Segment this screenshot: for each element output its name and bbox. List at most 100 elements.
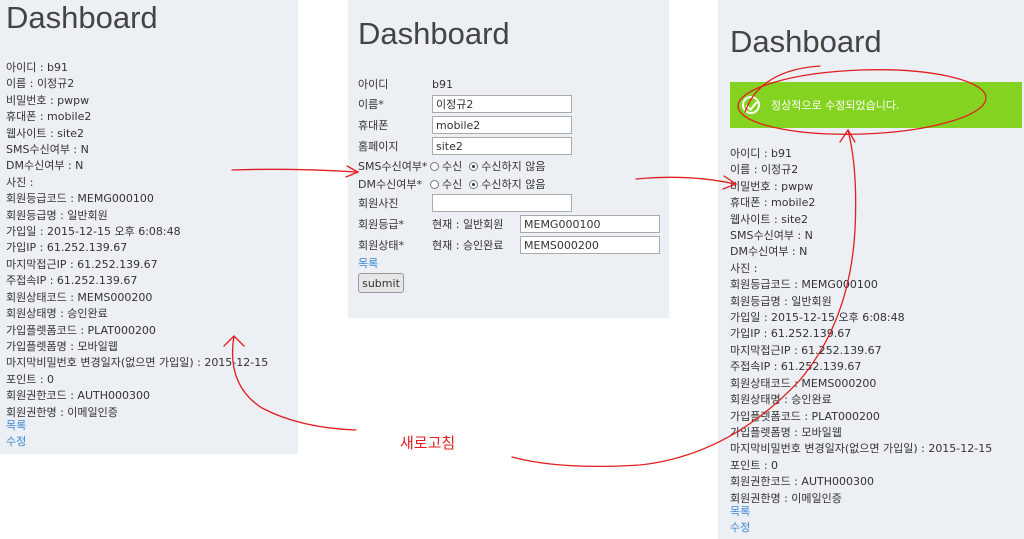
dm-row: DM수신여부* 수신 수신하지 않음 xyxy=(358,174,552,194)
profile-field: 회원권한명 : 이메일인증 xyxy=(6,405,118,419)
profile-field: 회원권한명 : 이메일인증 xyxy=(730,491,842,505)
mobile-row: 휴대폰 xyxy=(358,115,572,135)
profile-field: 비밀번호 : pwpw xyxy=(730,179,814,193)
homepage-input[interactable] xyxy=(432,137,572,155)
profile-field: 아이디 : b91 xyxy=(730,147,793,160)
sms-radio-yes[interactable]: 수신 xyxy=(430,158,462,174)
profile-field: 마지막접근IP : 61.252.139.67 xyxy=(730,343,882,357)
homepage-label: 홈페이지 xyxy=(358,140,399,153)
list-link[interactable]: 목록 xyxy=(358,256,378,272)
profile-field: 휴대폰 : mobile2 xyxy=(730,196,816,210)
profile-field-list: 아이디 : b91 이름 : 이정규2 비밀번호 : pwpw 휴대폰 : mobil… xyxy=(730,146,992,507)
profile-field: 웹사이트 : site2 xyxy=(6,126,85,140)
profile-field: 회원상태코드 : MEMS000200 xyxy=(6,290,153,304)
id-value: b91 xyxy=(432,77,453,91)
photo-label: 회원사진 xyxy=(358,197,399,210)
profile-field: 마지막비밀번호 변경일자(없으면 가입일) : 2015-12-15 xyxy=(6,356,269,370)
profile-field: 회원등급명 : 일반회원 xyxy=(730,294,832,308)
radio-checked-icon xyxy=(469,179,479,189)
profile-field: 회원상태명 : 승인완료 xyxy=(730,393,832,407)
profile-field: 웹사이트 : site2 xyxy=(730,212,809,226)
sms-row: SMS수신여부* 수신 수신하지 않음 xyxy=(358,156,552,176)
profile-field: SMS수신여부 : N xyxy=(730,229,813,243)
profile-field: 가입일 : 2015-12-15 오후 6:08:48 xyxy=(6,225,181,239)
profile-field: 가입플렛폼코드 : PLAT000200 xyxy=(730,409,880,423)
photo-row: 회원사진 xyxy=(358,193,572,213)
submit-button[interactable]: submit xyxy=(358,273,404,293)
profile-field: 마지막접근IP : 61.252.139.67 xyxy=(6,257,158,271)
profile-field: 회원등급명 : 일반회원 xyxy=(6,208,108,222)
radio-label: 수신하지 않음 xyxy=(481,160,546,173)
profile-field: SMS수신여부 : N xyxy=(6,143,89,157)
dm-radio-no[interactable]: 수신하지 않음 xyxy=(469,176,545,192)
profile-field: 회원등급코드 : MEMG000100 xyxy=(6,192,154,206)
profile-field: 주접속IP : 61.252.139.67 xyxy=(6,274,138,288)
profile-field: 회원권한코드 : AUTH000300 xyxy=(730,475,874,489)
dm-label: DM수신여부* xyxy=(358,178,422,191)
page-title: Dashboard xyxy=(358,16,510,51)
id-row: 아이디 b91 xyxy=(358,74,453,94)
profile-field: 가입플렛폼코드 : PLAT000200 xyxy=(6,323,156,337)
profile-field: 회원등급코드 : MEMG000100 xyxy=(730,278,878,292)
grade-row: 회원등급* 현재 : 일반회원 xyxy=(358,214,660,234)
profile-field-list: 아이디 : b91 이름 : 이정규2 비밀번호 : pwpw 휴대폰 : mobil… xyxy=(6,60,268,421)
profile-field: 사진 : xyxy=(6,175,34,189)
status-label: 회원상태* xyxy=(358,239,404,252)
radio-checked-icon xyxy=(469,161,479,171)
status-input[interactable] xyxy=(520,236,660,254)
dm-radio-yes[interactable]: 수신 xyxy=(430,176,462,192)
page-title: Dashboard xyxy=(6,0,158,35)
profile-field: 회원권한코드 : AUTH000300 xyxy=(6,389,150,403)
profile-field: DM수신여부 : N xyxy=(6,159,84,173)
profile-field: 가입일 : 2015-12-15 오후 6:08:48 xyxy=(730,311,905,325)
profile-field: 가입플렛폼명 : 모바일웹 xyxy=(730,425,842,439)
radio-label: 수신 xyxy=(442,178,463,191)
sms-radio-no[interactable]: 수신하지 않음 xyxy=(469,158,545,174)
edit-form-panel: Dashboard 아이디 b91 이름* 휴대폰 홈페이지 SMS수신여부* … xyxy=(348,0,669,318)
grade-label: 회원등급* xyxy=(358,218,404,231)
sms-label: SMS수신여부* xyxy=(358,160,428,173)
profile-field: 가입IP : 61.252.139.67 xyxy=(6,241,128,255)
status-row: 회원상태* 현재 : 승인완료 xyxy=(358,235,660,255)
profile-field: 회원상태명 : 승인완료 xyxy=(6,307,108,321)
profile-panel-after: Dashboard 정상적으로 수정되었습니다. 아이디 : b91 이름 : 이… xyxy=(718,0,1024,539)
page-title: Dashboard xyxy=(730,24,882,59)
profile-field: 사진 : xyxy=(730,261,758,275)
name-row: 이름* xyxy=(358,94,572,114)
profile-field: 포인트 : 0 xyxy=(730,458,779,472)
profile-field: 가입IP : 61.252.139.67 xyxy=(730,327,852,341)
mobile-input[interactable] xyxy=(432,116,572,134)
radio-circle-icon xyxy=(430,161,439,171)
profile-field: 이름 : 이정규2 xyxy=(730,163,799,177)
success-alert: 정상적으로 수정되었습니다. xyxy=(730,82,1022,128)
list-link[interactable]: 목록 xyxy=(6,418,26,434)
radio-circle-icon xyxy=(430,179,439,189)
radio-label: 수신 xyxy=(442,160,463,173)
name-input[interactable] xyxy=(432,95,572,113)
check-circle-icon xyxy=(742,96,760,114)
profile-field: DM수신여부 : N xyxy=(730,245,808,259)
grade-input[interactable] xyxy=(520,215,660,233)
profile-field: 휴대폰 : mobile2 xyxy=(6,110,92,124)
grade-current: 현재 : 일반회원 xyxy=(432,218,504,231)
name-label: 이름* xyxy=(358,98,384,111)
homepage-row: 홈페이지 xyxy=(358,136,572,156)
photo-input[interactable] xyxy=(432,194,572,212)
radio-label: 수신하지 않음 xyxy=(481,178,546,191)
profile-field: 주접속IP : 61.252.139.67 xyxy=(730,360,862,374)
profile-field: 포인트 : 0 xyxy=(6,372,55,386)
profile-field: 아이디 : b91 xyxy=(6,61,69,74)
profile-panel-before: Dashboard 아이디 : b91 이름 : 이정규2 비밀번호 : pwpw 휴… xyxy=(0,0,298,454)
profile-field: 마지막비밀번호 변경일자(없으면 가입일) : 2015-12-15 xyxy=(730,442,993,456)
id-label: 아이디 xyxy=(358,78,389,91)
refresh-annotation: 새로고침 xyxy=(400,434,456,452)
edit-link[interactable]: 수정 xyxy=(6,434,26,450)
list-link[interactable]: 목록 xyxy=(730,504,750,520)
edit-link[interactable]: 수정 xyxy=(730,520,750,536)
status-current: 현재 : 승인완료 xyxy=(432,239,504,252)
profile-field: 이름 : 이정규2 xyxy=(6,77,75,91)
profile-field: 비밀번호 : pwpw xyxy=(6,93,90,107)
mobile-label: 휴대폰 xyxy=(358,119,389,132)
profile-field: 가입플렛폼명 : 모바일웹 xyxy=(6,339,118,353)
alert-message: 정상적으로 수정되었습니다. xyxy=(771,99,900,112)
